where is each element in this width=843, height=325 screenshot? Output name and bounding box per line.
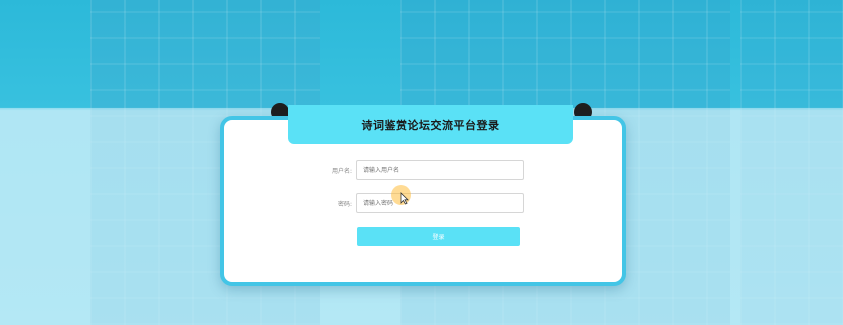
login-button[interactable]: 登录 <box>357 227 520 246</box>
username-label: 用户名: <box>331 167 352 175</box>
password-input[interactable] <box>356 193 524 213</box>
login-button-label: 登录 <box>432 234 445 241</box>
username-row: 用户名: <box>300 160 524 180</box>
login-title: 诗词鉴赏论坛交流平台登录 <box>288 105 573 144</box>
password-label: 密码: <box>337 200 352 208</box>
password-row: 密码: <box>300 193 524 213</box>
login-title-text: 诗词鉴赏论坛交流平台登录 <box>361 118 500 132</box>
username-input[interactable] <box>356 160 524 180</box>
mouse-pointer-icon <box>400 192 409 205</box>
